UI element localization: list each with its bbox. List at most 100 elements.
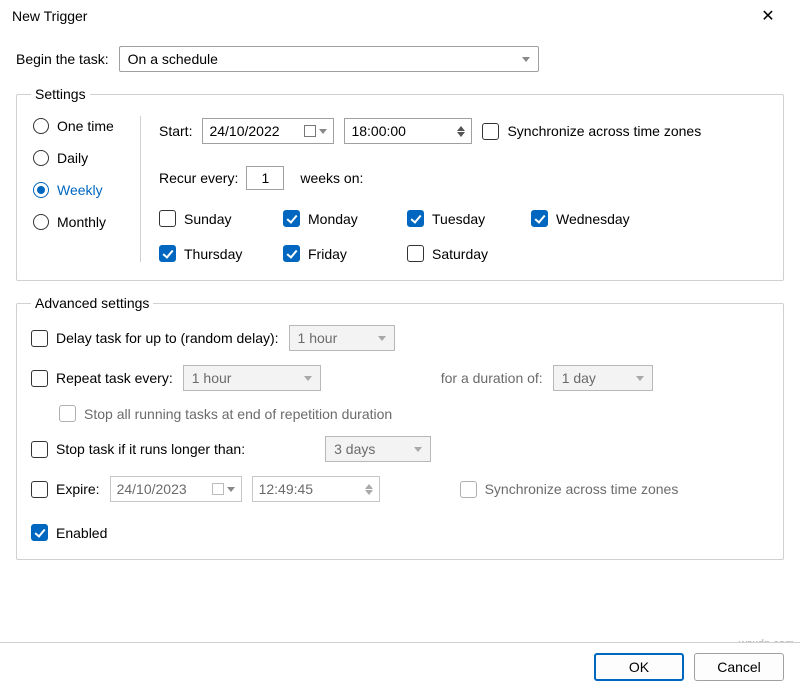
window-title: New Trigger [12,8,87,24]
spinner-icon[interactable] [365,484,373,495]
day-wednesday[interactable]: Wednesday [531,210,655,227]
day-tuesday[interactable]: Tuesday [407,210,531,227]
stopall-label: Stop all running tasks at end of repetit… [84,406,392,422]
radio-onetime[interactable]: One time [33,118,124,134]
expire-sync-checkbox[interactable]: Synchronize across time zones [460,481,679,498]
day-sunday[interactable]: Sunday [159,210,283,227]
ok-button[interactable]: OK [594,653,684,681]
checkbox-icon [531,210,548,227]
sync-timezones-checkbox[interactable]: Synchronize across time zones [482,123,701,140]
expire-time-input[interactable]: 12:49:45 [252,476,380,502]
day-label: Sunday [184,211,231,227]
recur-value: 1 [261,170,269,186]
chevron-down-icon [414,447,422,452]
stoplong-checkbox[interactable]: Stop task if it runs longer than: [31,441,245,458]
stopall-checkbox[interactable]: Stop all running tasks at end of repetit… [59,405,392,422]
close-icon[interactable]: ✕ [748,6,788,26]
checkbox-icon [31,524,48,541]
radio-daily[interactable]: Daily [33,150,124,166]
delay-value: 1 hour [298,330,338,346]
begin-select[interactable]: On a schedule [119,46,539,72]
stoplong-label: Stop task if it runs longer than: [56,441,245,457]
chevron-down-icon [378,336,386,341]
radio-label: One time [57,118,114,134]
spinner-icon[interactable] [457,126,465,137]
advanced-legend: Advanced settings [31,295,153,311]
expire-date-value: 24/10/2023 [117,481,187,497]
start-date-input[interactable]: 24/10/2022 [202,118,334,144]
day-label: Wednesday [556,211,630,227]
day-label: Monday [308,211,358,227]
day-label: Tuesday [432,211,485,227]
sync-label: Synchronize across time zones [507,123,701,139]
checkbox-icon [59,405,76,422]
start-time-input[interactable]: 18:00:00 [344,118,472,144]
day-saturday[interactable]: Saturday [407,245,531,262]
radio-icon [33,214,49,230]
advanced-group: Advanced settings Delay task for up to (… [16,295,784,560]
expire-checkbox[interactable]: Expire: [31,481,100,498]
days-grid: Sunday Monday Tuesday Wednesday Thursday… [159,210,769,262]
settings-group: Settings One time Daily Weekly Monthly [16,86,784,281]
radio-monthly[interactable]: Monthly [33,214,124,230]
start-date-value: 24/10/2022 [209,123,279,139]
day-label: Thursday [184,246,242,262]
chevron-down-icon [636,376,644,381]
radio-label: Daily [57,150,88,166]
expire-sync-label: Synchronize across time zones [485,481,679,497]
day-label: Saturday [432,246,488,262]
enabled-checkbox[interactable]: Enabled [31,524,107,541]
dialog-content: Begin the task: On a schedule Settings O… [0,34,800,560]
date-picker-icon[interactable] [212,483,235,495]
stoplong-select[interactable]: 3 days [325,436,431,462]
checkbox-icon [283,245,300,262]
frequency-column: One time Daily Weekly Monthly [31,116,141,262]
dialog-footer: OK Cancel [0,642,800,691]
checkbox-icon [31,441,48,458]
recur-value-input[interactable]: 1 [246,166,284,190]
begin-label: Begin the task: [16,51,109,67]
cancel-label: Cancel [717,659,761,675]
delay-row: Delay task for up to (random delay): 1 h… [31,325,769,351]
checkbox-icon [31,330,48,347]
repeat-value: 1 hour [192,370,232,386]
checkbox-icon [283,210,300,227]
delay-select[interactable]: 1 hour [289,325,395,351]
checkbox-icon [31,370,48,387]
radio-weekly[interactable]: Weekly [33,182,124,198]
day-friday[interactable]: Friday [283,245,407,262]
repeat-row: Repeat task every: 1 hour for a duration… [31,365,769,391]
duration-value: 1 day [562,370,596,386]
delay-checkbox[interactable]: Delay task for up to (random delay): [31,330,279,347]
day-thursday[interactable]: Thursday [159,245,283,262]
repeat-label: Repeat task every: [56,370,173,386]
repeat-checkbox[interactable]: Repeat task every: [31,370,173,387]
start-label: Start: [159,123,192,139]
recur-label: Recur every: [159,170,238,186]
start-time-value: 18:00:00 [351,123,406,139]
checkbox-icon [31,481,48,498]
radio-icon [33,182,49,198]
expire-row: Expire: 24/10/2023 12:49:45 Synchronize … [31,476,769,502]
expire-time-value: 12:49:45 [259,481,314,497]
radio-label: Weekly [57,182,103,198]
stopall-row: Stop all running tasks at end of repetit… [59,405,769,422]
expire-date-input[interactable]: 24/10/2023 [110,476,242,502]
recur-row: Recur every: 1 weeks on: [159,166,769,190]
enabled-label: Enabled [56,525,107,541]
enabled-row: Enabled [31,524,769,541]
cancel-button[interactable]: Cancel [694,653,784,681]
checkbox-icon [482,123,499,140]
radio-icon [33,118,49,134]
delay-label: Delay task for up to (random delay): [56,330,279,346]
radio-icon [33,150,49,166]
repeat-select[interactable]: 1 hour [183,365,321,391]
duration-label: for a duration of: [441,370,543,386]
checkbox-icon [460,481,477,498]
day-monday[interactable]: Monday [283,210,407,227]
duration-select[interactable]: 1 day [553,365,653,391]
date-picker-icon[interactable] [304,125,327,137]
expire-label: Expire: [56,481,100,497]
chevron-down-icon [522,57,530,62]
begin-row: Begin the task: On a schedule [16,46,784,72]
